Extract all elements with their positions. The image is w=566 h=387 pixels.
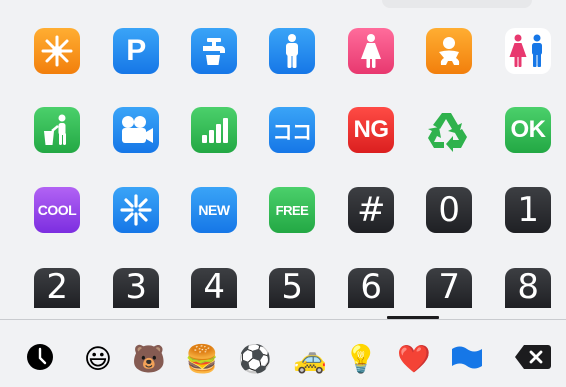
light-bulb-icon: 💡 bbox=[344, 343, 378, 375]
category-smileys[interactable]: 😃 bbox=[81, 342, 115, 376]
category-symbols[interactable]: ❤️ bbox=[397, 342, 431, 376]
category-animals[interactable]: 🐻 bbox=[132, 342, 166, 376]
woman-icon bbox=[359, 33, 383, 69]
emoji-keycap-6[interactable]: 6 bbox=[348, 268, 394, 308]
emoji-potable-water[interactable] bbox=[191, 28, 237, 74]
category-bar: 😃 🐻 🍔 ⚽ 🚕 💡 ❤️ bbox=[0, 320, 566, 387]
keycap-hash-label: # bbox=[357, 190, 386, 230]
emoji-katakana-koko[interactable]: ココ bbox=[269, 107, 315, 153]
taxi-icon: 🚕 bbox=[293, 343, 327, 375]
hamburger-icon: 🍔 bbox=[185, 343, 219, 375]
emoji-keyboard: P ココ NG OK COOL NEW FREE # 0 1 2 3 4 5 6… bbox=[0, 0, 566, 387]
eight-pointed-star-icon bbox=[40, 34, 74, 68]
category-travel[interactable]: 🚕 bbox=[293, 342, 327, 376]
emoji-keycap-8[interactable]: 8 bbox=[505, 268, 551, 308]
ok-icon-label: OK bbox=[510, 116, 547, 143]
category-delete[interactable] bbox=[513, 342, 553, 376]
emoji-keycap-5[interactable]: 5 bbox=[269, 268, 315, 308]
soccer-ball-icon: ⚽ bbox=[238, 343, 272, 375]
keycap-5-label: 5 bbox=[281, 268, 303, 307]
emoji-womens-room[interactable] bbox=[348, 28, 394, 74]
emoji-ok-button[interactable]: OK bbox=[505, 107, 551, 153]
ng-icon-label: NG bbox=[353, 116, 390, 143]
keycap-0-label: 0 bbox=[438, 190, 460, 230]
emoji-eight-pointed-star[interactable] bbox=[34, 28, 80, 74]
potable-water-icon bbox=[197, 34, 231, 68]
emoji-keycap-3[interactable]: 3 bbox=[113, 268, 159, 308]
emoji-signal-bars[interactable] bbox=[191, 107, 237, 153]
emoji-sparkle[interactable] bbox=[113, 187, 159, 233]
emoji-keycap-2[interactable]: 2 bbox=[34, 268, 80, 308]
category-recent[interactable] bbox=[23, 342, 57, 376]
emoji-restroom[interactable] bbox=[505, 28, 551, 74]
recycling-icon bbox=[426, 107, 472, 153]
sparkle-icon bbox=[119, 193, 153, 227]
category-activity[interactable]: ⚽ bbox=[238, 342, 272, 376]
letter-p-label: P bbox=[126, 34, 146, 67]
emoji-mens-room[interactable] bbox=[269, 28, 315, 74]
emoji-put-litter[interactable] bbox=[34, 107, 80, 153]
emoji-cinema[interactable] bbox=[113, 107, 159, 153]
emoji-parking[interactable]: P bbox=[113, 28, 159, 74]
movie-camera-icon bbox=[118, 113, 154, 147]
restroom-icon bbox=[508, 33, 548, 69]
signal-bars-icon bbox=[197, 113, 231, 147]
category-food[interactable]: 🍔 bbox=[185, 342, 219, 376]
free-icon-label: FREE bbox=[275, 202, 309, 218]
backspace-icon bbox=[514, 344, 552, 375]
litter-bin-icon bbox=[40, 113, 74, 147]
emoji-keycap-4[interactable]: 4 bbox=[191, 268, 237, 308]
koko-icon-label: ココ bbox=[272, 121, 313, 144]
scroll-indicator bbox=[387, 316, 439, 319]
clock-icon bbox=[26, 343, 54, 376]
emoji-free-button[interactable]: FREE bbox=[269, 187, 315, 233]
emoji-ng-button[interactable]: NG bbox=[348, 107, 394, 153]
baby-icon bbox=[432, 34, 466, 68]
emoji-new-button[interactable]: NEW bbox=[191, 187, 237, 233]
keycap-7-label: 7 bbox=[438, 268, 460, 307]
keycap-1-label: 1 bbox=[517, 190, 539, 230]
cool-icon-label: COOL bbox=[37, 202, 77, 218]
emoji-keycap-1[interactable]: 1 bbox=[505, 187, 551, 233]
grinning-face-icon: 😃 bbox=[83, 343, 113, 375]
emoji-recycling[interactable] bbox=[426, 107, 472, 153]
keycap-4-label: 4 bbox=[203, 268, 225, 307]
flag-icon bbox=[450, 343, 484, 376]
emoji-grid: P ココ NG OK COOL NEW FREE # 0 1 2 3 4 5 6… bbox=[0, 0, 566, 320]
new-icon-label: NEW bbox=[198, 202, 230, 218]
keycap-3-label: 3 bbox=[125, 268, 147, 307]
man-icon bbox=[282, 33, 302, 69]
red-heart-icon: ❤️ bbox=[397, 343, 431, 375]
category-flags[interactable] bbox=[450, 342, 484, 376]
emoji-keycap-7[interactable]: 7 bbox=[426, 268, 472, 308]
emoji-cool-button[interactable]: COOL bbox=[34, 187, 80, 233]
category-objects[interactable]: 💡 bbox=[344, 342, 378, 376]
keycap-8-label: 8 bbox=[517, 268, 539, 307]
emoji-baby-symbol[interactable] bbox=[426, 28, 472, 74]
keycap-6-label: 6 bbox=[360, 268, 382, 307]
keycap-2-label: 2 bbox=[46, 268, 68, 307]
emoji-keycap-hash[interactable]: # bbox=[348, 187, 394, 233]
bear-icon: 🐻 bbox=[132, 343, 166, 375]
emoji-keycap-0[interactable]: 0 bbox=[426, 187, 472, 233]
